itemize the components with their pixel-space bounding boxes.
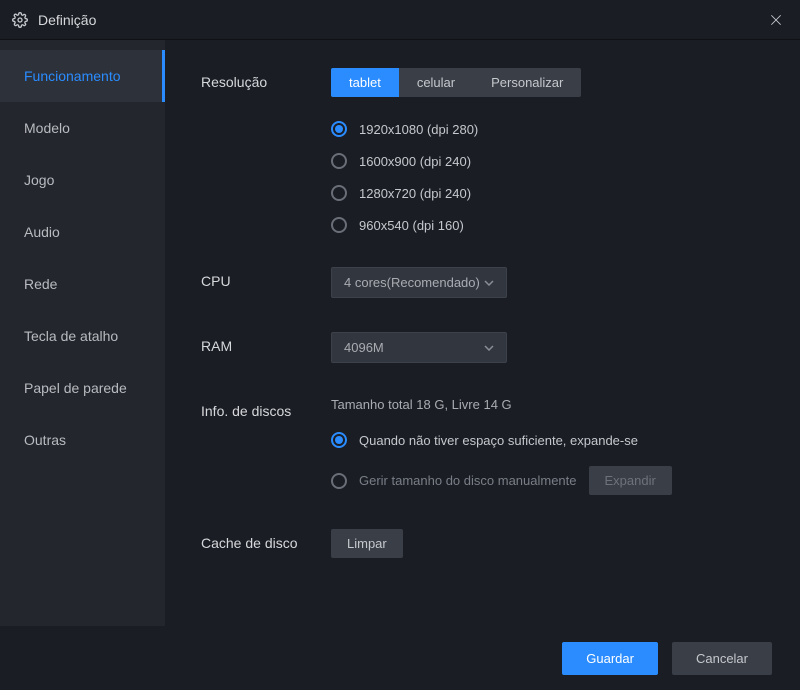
- cpu-select[interactable]: 4 cores(Recomendado): [331, 267, 507, 298]
- disk-manual-manage[interactable]: Gerir tamanho do disco manualmente Expan…: [331, 466, 772, 495]
- radio-icon: [331, 473, 347, 489]
- radio-label: 1280x720 (dpi 240): [359, 186, 471, 201]
- cpu-value: 4 cores(Recomendado): [344, 275, 480, 290]
- resolution-1920x1080[interactable]: 1920x1080 (dpi 280): [331, 121, 772, 137]
- radio-icon: [331, 432, 347, 448]
- cancel-button[interactable]: Cancelar: [672, 642, 772, 675]
- ram-value: 4096M: [344, 340, 384, 355]
- sidebar-item-jogo[interactable]: Jogo: [0, 154, 165, 206]
- radio-icon: [331, 121, 347, 137]
- resolution-row: Resolução tablet celular Personalizar 19…: [201, 68, 772, 233]
- disk-label: Info. de discos: [201, 397, 331, 419]
- radio-icon: [331, 153, 347, 169]
- resolution-label: Resolução: [201, 68, 331, 90]
- ram-row: RAM 4096M: [201, 332, 772, 363]
- sidebar-item-funcionamento[interactable]: Funcionamento: [0, 50, 165, 102]
- sidebar: Funcionamento Modelo Jogo Audio Rede Tec…: [0, 40, 165, 626]
- radio-label: 1920x1080 (dpi 280): [359, 122, 478, 137]
- chevron-down-icon: [484, 345, 494, 351]
- gear-icon: [12, 12, 28, 28]
- cache-label: Cache de disco: [201, 529, 331, 551]
- radio-label: 960x540 (dpi 160): [359, 218, 464, 233]
- resolution-options: 1920x1080 (dpi 280) 1600x900 (dpi 240) 1…: [331, 121, 772, 233]
- radio-icon: [331, 217, 347, 233]
- cpu-label: CPU: [201, 267, 331, 289]
- cache-row: Cache de disco Limpar: [201, 529, 772, 558]
- disk-auto-expand[interactable]: Quando não tiver espaço suficiente, expa…: [331, 432, 772, 448]
- sidebar-item-outras[interactable]: Outras: [0, 414, 165, 466]
- window-title: Definição: [38, 12, 96, 28]
- save-button[interactable]: Guardar: [562, 642, 658, 675]
- titlebar: Definição: [0, 0, 800, 40]
- sidebar-item-modelo[interactable]: Modelo: [0, 102, 165, 154]
- sidebar-item-papel-de-parede[interactable]: Papel de parede: [0, 362, 165, 414]
- radio-label: Gerir tamanho do disco manualmente: [359, 473, 577, 488]
- disk-info-text: Tamanho total 18 G, Livre 14 G: [331, 397, 772, 412]
- content-panel: Resolução tablet celular Personalizar 19…: [165, 40, 800, 626]
- ram-label: RAM: [201, 332, 331, 354]
- seg-celular[interactable]: celular: [399, 68, 473, 97]
- ram-select[interactable]: 4096M: [331, 332, 507, 363]
- clear-cache-button[interactable]: Limpar: [331, 529, 403, 558]
- expand-button[interactable]: Expandir: [589, 466, 672, 495]
- seg-personalizar[interactable]: Personalizar: [473, 68, 581, 97]
- resolution-1280x720[interactable]: 1280x720 (dpi 240): [331, 185, 772, 201]
- resolution-1600x900[interactable]: 1600x900 (dpi 240): [331, 153, 772, 169]
- sidebar-item-tecla-de-atalho[interactable]: Tecla de atalho: [0, 310, 165, 362]
- chevron-down-icon: [484, 280, 494, 286]
- resolution-960x540[interactable]: 960x540 (dpi 160): [331, 217, 772, 233]
- cpu-row: CPU 4 cores(Recomendado): [201, 267, 772, 298]
- close-button[interactable]: [764, 8, 788, 32]
- disk-row: Info. de discos Tamanho total 18 G, Livr…: [201, 397, 772, 495]
- seg-tablet[interactable]: tablet: [331, 68, 399, 97]
- radio-label: Quando não tiver espaço suficiente, expa…: [359, 433, 638, 448]
- radio-icon: [331, 185, 347, 201]
- resolution-mode-segment: tablet celular Personalizar: [331, 68, 581, 97]
- footer: Guardar Cancelar: [0, 626, 800, 690]
- sidebar-item-rede[interactable]: Rede: [0, 258, 165, 310]
- sidebar-item-audio[interactable]: Audio: [0, 206, 165, 258]
- radio-label: 1600x900 (dpi 240): [359, 154, 471, 169]
